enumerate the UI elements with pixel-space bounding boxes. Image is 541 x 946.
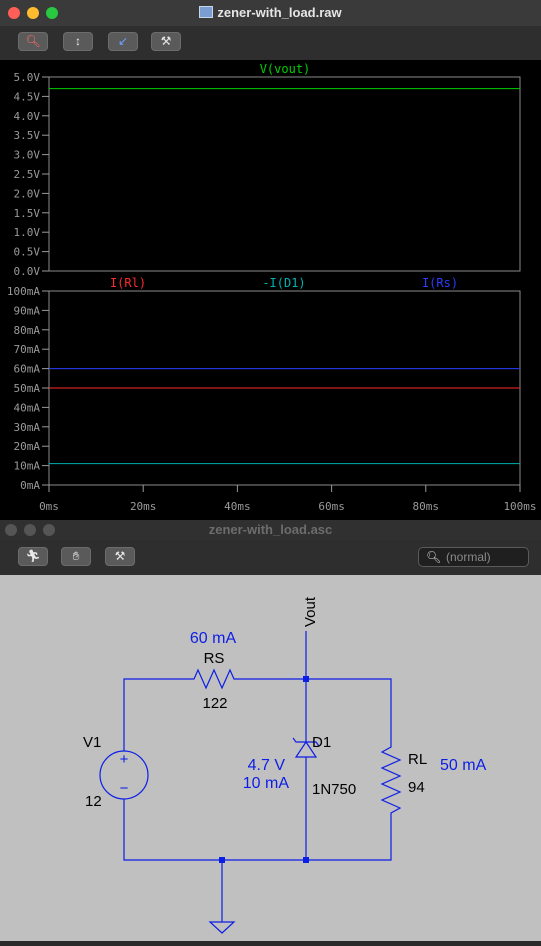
- waveform-plots-svg[interactable]: 5.0V 4.5V 4.0V 3.5V 3.0V 2.5V 2.0V 1.5V 1.0V 0.5V…: [0, 60, 541, 520]
- time-tick-label: 20ms: [130, 500, 157, 513]
- voltage-tick-label: 1.5V: [14, 207, 41, 220]
- voltage-tick-label: 4.0V: [14, 110, 41, 123]
- v1-minus-icon: −: [120, 780, 129, 797]
- current-tick-label: 50mA: [14, 382, 41, 395]
- current-tick-label: 30mA: [14, 421, 41, 434]
- voltage-tick-label: 2.5V: [14, 168, 41, 181]
- current-tick-label: 20mA: [14, 440, 41, 453]
- waveform-plot-area[interactable]: 5.0V 4.5V 4.0V 3.5V 3.0V 2.5V 2.0V 1.5V 1.0V 0.5V…: [0, 60, 541, 520]
- junction-dot: [303, 857, 309, 863]
- junction-dot: [303, 676, 309, 682]
- time-tick-label: 0ms: [39, 500, 59, 513]
- search-icon: 🔍︎: [426, 550, 442, 564]
- schematic-svg[interactable]: + − Vout 60 mA RS 122 V1 12 D1 1N750 4.7…: [0, 575, 541, 941]
- autorange-icon[interactable]: ↕: [63, 32, 93, 51]
- legend-vout[interactable]: V(vout): [260, 62, 311, 76]
- resistor-rs-symbol[interactable]: [190, 668, 238, 690]
- voltage-tick-label: 2.0V: [14, 187, 41, 200]
- schematic-window-titlebar: zener-with_load.asc: [0, 520, 541, 540]
- time-tick-label: 60ms: [318, 500, 345, 513]
- time-axis-ticks: 0ms 20ms 40ms 60ms 80ms 100ms: [39, 485, 537, 513]
- voltage-tick-label: 1.0V: [14, 226, 41, 239]
- current-tick-label: 40mA: [14, 401, 41, 414]
- wire-v1-rs[interactable]: [123, 678, 190, 744]
- legend-id1[interactable]: -I(D1): [262, 276, 305, 290]
- current-tick-label: 90mA: [14, 304, 41, 317]
- time-tick-label: 40ms: [224, 500, 251, 513]
- d1-name-label: D1: [312, 734, 331, 751]
- waveform-file-icon: [199, 6, 214, 18]
- voltage-tick-label: 4.5V: [14, 90, 41, 103]
- plot-toolbar: 🔍︎ ↕ ↙ ⚒: [0, 26, 541, 60]
- resistor-rl-symbol[interactable]: [380, 743, 402, 823]
- v1-value-label: 12: [85, 793, 102, 810]
- plot-window-titlebar: zener-with_load.raw: [0, 0, 541, 26]
- run-icon[interactable]: 🏃︎: [18, 547, 48, 566]
- junction-dot: [219, 857, 225, 863]
- rs-current-label: 60 mA: [190, 630, 237, 647]
- wire-bottom-rail[interactable]: [123, 806, 392, 861]
- window-title: zener-with_load.raw: [0, 5, 541, 20]
- current-tick-label: 60mA: [14, 363, 41, 376]
- voltage-tick-label: 0.5V: [14, 246, 41, 259]
- v1-name-label: V1: [83, 734, 101, 751]
- time-tick-label: 80ms: [413, 500, 440, 513]
- voltage-pane-frame: [48, 76, 521, 272]
- hand-icon[interactable]: ✋︎: [61, 547, 91, 566]
- plot-window: zener-with_load.raw 🔍︎ ↕ ↙ ⚒ 5.0V 4.5V 4.0…: [0, 0, 541, 520]
- current-axis-ticks: 100mA 90mA 80mA 70mA 60mA 50mA 40mA 30mA 20mA 10m…: [7, 285, 49, 492]
- window-title: zener-with_load.asc: [208, 522, 333, 537]
- hammer-icon[interactable]: ⚒: [105, 547, 135, 566]
- rl-value-label: 94: [408, 779, 425, 796]
- voltage-tick-label: 5.0V: [14, 71, 41, 84]
- rl-name-label: RL: [408, 751, 427, 768]
- ground-icon: [208, 921, 236, 934]
- d1-voltage-label: 4.7 V: [248, 757, 286, 774]
- current-tick-label: 10mA: [14, 460, 41, 473]
- d1-current-label: 10 mA: [243, 775, 290, 792]
- voltage-tick-label: 0.0V: [14, 265, 41, 278]
- current-tick-label: 80mA: [14, 324, 41, 337]
- net-label-vout[interactable]: Vout: [302, 596, 319, 627]
- current-tick-label: 0mA: [20, 479, 40, 492]
- rl-current-label: 50 mA: [440, 757, 487, 774]
- voltage-tick-label: 3.5V: [14, 129, 41, 142]
- schematic-canvas[interactable]: + − Vout 60 mA RS 122 V1 12 D1 1N750 4.7…: [0, 575, 541, 941]
- rs-name-label: RS: [204, 650, 225, 667]
- search-input[interactable]: 🔍︎ (normal): [418, 547, 529, 567]
- zoom-icon[interactable]: 🔍︎: [18, 32, 48, 51]
- hammer-icon[interactable]: ⚒: [151, 32, 181, 51]
- d1-model-label: 1N750: [312, 781, 356, 798]
- current-tick-label: 100mA: [7, 285, 40, 298]
- voltage-tick-label: 3.0V: [14, 149, 41, 162]
- voltage-axis-ticks: 5.0V 4.5V 4.0V 3.5V 3.0V 2.5V 2.0V 1.5V 1.0V 0.5V…: [14, 71, 49, 278]
- measure-icon[interactable]: ↙: [108, 32, 138, 51]
- current-tick-label: 70mA: [14, 343, 41, 356]
- v1-plus-icon: +: [120, 751, 129, 768]
- rs-value-label: 122: [202, 695, 227, 712]
- legend-irl[interactable]: I(Rl): [110, 276, 146, 290]
- legend-irs[interactable]: I(Rs): [422, 276, 458, 290]
- time-tick-label: 100ms: [503, 500, 536, 513]
